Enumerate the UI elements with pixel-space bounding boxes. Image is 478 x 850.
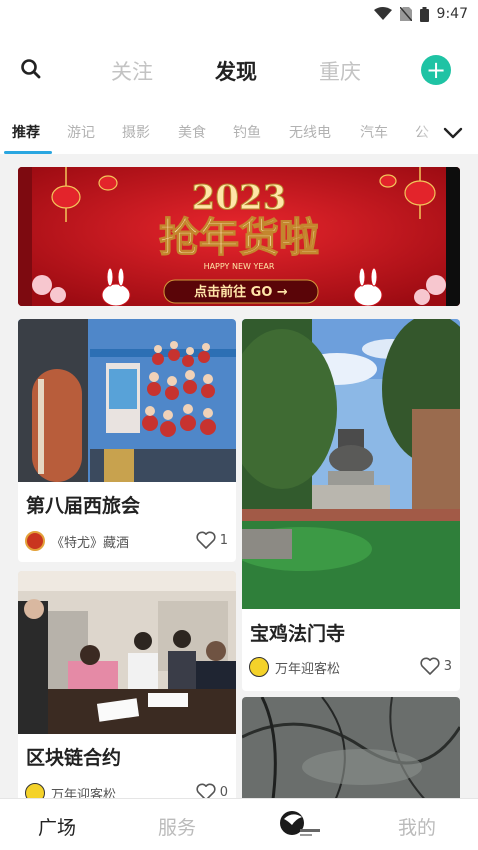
- banner-year: 2023: [192, 178, 287, 218]
- author-name: 万年迎客松: [275, 661, 341, 677]
- chevron-down-icon[interactable]: [442, 124, 464, 142]
- tab-services[interactable]: 服务: [158, 813, 196, 840]
- app-logo-icon[interactable]: [278, 809, 320, 839]
- post-title: 区块链合约: [26, 747, 122, 769]
- status-bar: 9:47: [0, 0, 478, 28]
- battery-icon: [419, 6, 429, 22]
- bottom-tab-bar: 广场 服务 我的: [0, 798, 478, 850]
- category-fishing[interactable]: 钓鱼: [233, 122, 261, 142]
- category-radio[interactable]: 无线电: [289, 122, 331, 142]
- sim-off-icon: [399, 7, 412, 21]
- post-image: [242, 319, 460, 609]
- category-car[interactable]: 汽车: [360, 122, 388, 142]
- tab-plaza[interactable]: 广场: [38, 813, 76, 840]
- status-time: 9:47: [436, 6, 468, 22]
- category-strip: 推荐 游记 摄影 美食 钓鱼 无线电 汽车 公: [0, 110, 478, 154]
- category-travel[interactable]: 游记: [67, 122, 95, 142]
- tab-city[interactable]: 重庆: [319, 56, 361, 86]
- smiley-avatar-icon: [249, 657, 269, 677]
- post-card[interactable]: 宝鸡法门寺 万年迎客松 3: [242, 319, 460, 691]
- banner-headline: 抢年货啦: [159, 215, 319, 261]
- category-photography[interactable]: 摄影: [122, 122, 150, 142]
- post-card[interactable]: 第八届西旅会 《特尤》藏酒 1: [18, 319, 236, 562]
- banner-cta: 点击前往 GO →: [194, 284, 288, 300]
- post-author[interactable]: 《特尤》藏酒: [25, 531, 129, 551]
- author-name: 《特尤》藏酒: [51, 535, 130, 551]
- post-image: [18, 319, 236, 482]
- tab-discover[interactable]: 发现: [215, 56, 257, 86]
- category-food[interactable]: 美食: [178, 122, 206, 142]
- post-image: [242, 697, 460, 807]
- heart-icon: [196, 531, 216, 549]
- tab-me[interactable]: 我的: [398, 813, 436, 840]
- heart-icon: [420, 657, 440, 675]
- banner-artwork: 2023 抢年货啦 HAPPY NEW YEAR 点击前往 GO →: [18, 167, 460, 306]
- wifi-icon: [373, 7, 392, 21]
- post-author[interactable]: 万年迎客松: [249, 657, 340, 677]
- like-button[interactable]: 3: [420, 657, 452, 675]
- category-recommend[interactable]: 推荐: [12, 122, 40, 142]
- search-icon[interactable]: [18, 56, 44, 82]
- post-card[interactable]: 区块链合约 万年迎客松 0: [18, 571, 236, 811]
- post-title: 第八届西旅会: [26, 495, 141, 517]
- top-header: 关注 发现 重庆 +: [0, 28, 478, 110]
- promo-banner[interactable]: 2023 抢年货啦 HAPPY NEW YEAR 点击前往 GO →: [18, 167, 460, 306]
- tab-following[interactable]: 关注: [111, 56, 153, 86]
- like-count: 3: [443, 658, 452, 674]
- banner-subtitle: HAPPY NEW YEAR: [204, 262, 275, 271]
- active-category-underline: [4, 151, 52, 154]
- like-button[interactable]: 1: [196, 531, 228, 549]
- post-title: 宝鸡法门寺: [250, 623, 346, 645]
- avatar: [25, 531, 45, 551]
- like-count: 1: [219, 532, 228, 548]
- add-post-button[interactable]: +: [421, 55, 451, 85]
- post-card[interactable]: [242, 697, 460, 807]
- post-image: [18, 571, 236, 734]
